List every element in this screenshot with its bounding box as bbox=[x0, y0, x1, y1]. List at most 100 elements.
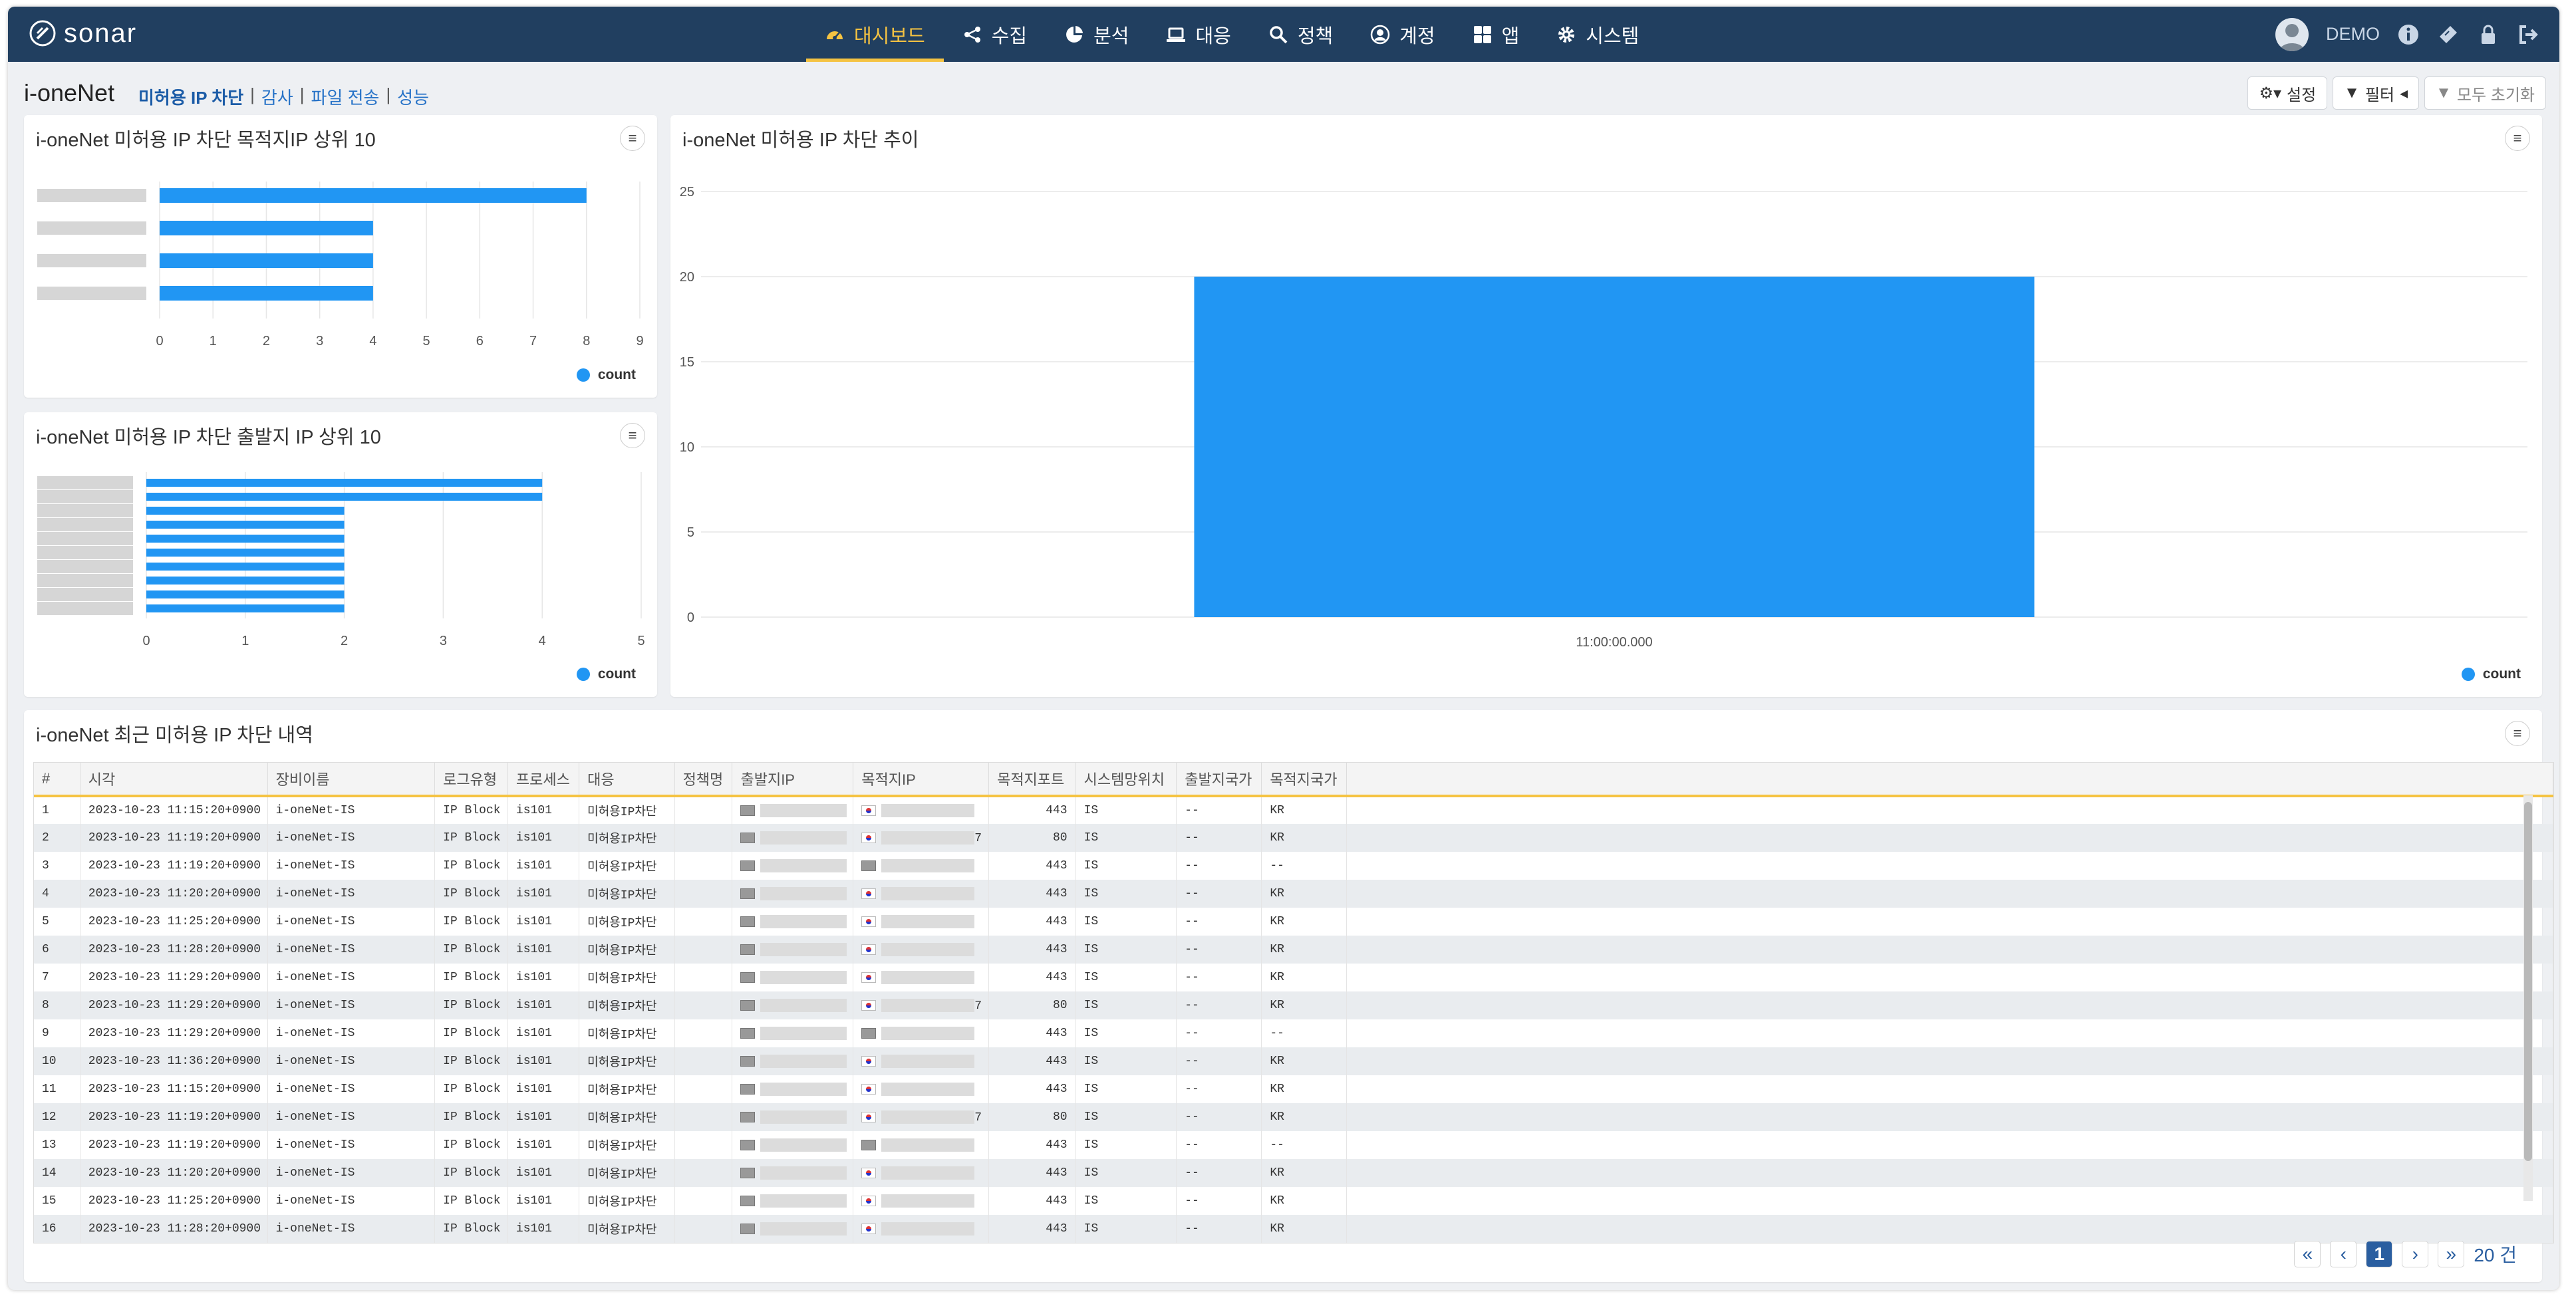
next-page-button[interactable]: › bbox=[2402, 1241, 2429, 1267]
info-icon[interactable] bbox=[2397, 23, 2420, 46]
table-row[interactable]: 15 2023-10-23 11:25:20+0900 i-oneNet-IS IP … bbox=[34, 1187, 2553, 1215]
reset-all-button[interactable]: ▼ 모두 초기화 bbox=[2424, 76, 2546, 110]
column-header[interactable]: 출발지IP bbox=[732, 763, 854, 797]
cell-device: i-oneNet-IS bbox=[267, 852, 436, 880]
column-header[interactable]: 목적지국가 bbox=[1261, 763, 1348, 797]
last-page-button[interactable]: » bbox=[2438, 1241, 2465, 1267]
ticket-icon[interactable] bbox=[2437, 23, 2460, 46]
table-row[interactable]: 4 2023-10-23 11:20:20+0900 i-oneNet-IS IP B… bbox=[34, 880, 2553, 908]
cell-time: 2023-10-23 11:25:20+0900 bbox=[80, 908, 268, 936]
lock-icon[interactable] bbox=[2477, 23, 2500, 46]
table-scrollbar[interactable] bbox=[2523, 795, 2533, 1201]
bar[interactable] bbox=[146, 563, 345, 571]
column-header[interactable]: 로그유형 bbox=[434, 763, 508, 797]
column-header[interactable]: 목적지포트 bbox=[988, 763, 1076, 797]
pc-icon bbox=[740, 1139, 756, 1150]
panel-menu-button[interactable]: ≡ bbox=[2505, 126, 2530, 151]
cell-port: 443 bbox=[988, 1047, 1076, 1075]
kr-flag-icon bbox=[861, 916, 877, 927]
column-header[interactable]: 정책명 bbox=[674, 763, 733, 797]
chart-legend[interactable]: count bbox=[576, 367, 636, 383]
cell-port: 443 bbox=[988, 1019, 1076, 1047]
bar[interactable] bbox=[146, 549, 345, 557]
logo-text: sonar bbox=[64, 18, 138, 48]
prev-page-button[interactable]: ‹ bbox=[2330, 1241, 2357, 1267]
bar[interactable] bbox=[146, 590, 345, 598]
bar[interactable] bbox=[160, 253, 373, 268]
breadcrumb: 미허용 IP 차단 | 감사 | 파일 전송 | 성능 bbox=[138, 84, 430, 109]
column-header[interactable]: 시각 bbox=[80, 763, 268, 797]
chart-legend[interactable]: count bbox=[576, 666, 636, 682]
crumb-file-transfer[interactable]: 파일 전송 bbox=[311, 84, 380, 109]
crumb-blocked-ip[interactable]: 미허용 IP 차단 bbox=[138, 84, 243, 109]
scrollbar-thumb[interactable] bbox=[2524, 802, 2532, 1161]
sonar-logo[interactable]: sonar bbox=[28, 16, 137, 51]
table-row[interactable]: 14 2023-10-23 11:20:20+0900 i-oneNet-IS IP … bbox=[34, 1159, 2553, 1187]
nav-menu-0[interactable]: 대시보드 bbox=[806, 7, 944, 62]
nav-menu-label: 대응 bbox=[1195, 25, 1231, 47]
bar[interactable] bbox=[1194, 277, 2035, 617]
nav-menu-5[interactable]: 계정 bbox=[1352, 7, 1453, 62]
nav-menu-label: 앱 bbox=[1501, 25, 1520, 47]
table-row[interactable]: 7 2023-10-23 11:29:20+0900 i-oneNet-IS IP B… bbox=[34, 964, 2553, 991]
column-header[interactable]: # bbox=[34, 763, 80, 797]
masked-ip bbox=[881, 1138, 975, 1152]
column-header[interactable]: 장비이름 bbox=[267, 763, 436, 797]
nav-menu-2[interactable]: 분석 bbox=[1046, 7, 1147, 62]
table-row[interactable]: 5 2023-10-23 11:25:20+0900 i-oneNet-IS IP B… bbox=[34, 908, 2553, 936]
bar[interactable] bbox=[160, 286, 373, 301]
panel-menu-button[interactable]: ≡ bbox=[620, 423, 645, 448]
table-row[interactable]: 6 2023-10-23 11:28:20+0900 i-oneNet-IS IP B… bbox=[34, 936, 2553, 964]
table-row[interactable]: 13 2023-10-23 11:19:20+0900 i-oneNet-IS IP … bbox=[34, 1131, 2553, 1159]
settings-button[interactable]: ⚙▾ 설정 bbox=[2247, 76, 2328, 110]
cell-policy bbox=[674, 908, 733, 936]
bar[interactable] bbox=[146, 493, 543, 501]
x-tick-label: 5 bbox=[637, 634, 644, 648]
table-row[interactable]: 9 2023-10-23 11:29:20+0900 i-oneNet-IS IP B… bbox=[34, 1019, 2553, 1047]
table-row[interactable]: 8 2023-10-23 11:29:20+0900 i-oneNet-IS IP B… bbox=[34, 991, 2553, 1019]
username[interactable]: DEMO bbox=[2326, 24, 2380, 45]
bar[interactable] bbox=[146, 521, 345, 529]
cell-time: 2023-10-23 11:20:20+0900 bbox=[80, 880, 268, 908]
column-header[interactable]: 대응 bbox=[579, 763, 675, 797]
cell-n: 13 bbox=[34, 1131, 80, 1159]
table-row[interactable]: 3 2023-10-23 11:19:20+0900 i-oneNet-IS IP B… bbox=[34, 852, 2553, 880]
panel-menu-button[interactable]: ≡ bbox=[2505, 721, 2530, 746]
nav-menu-1[interactable]: 수집 bbox=[944, 7, 1046, 62]
table-row[interactable]: 1 2023-10-23 11:15:20+0900 i-oneNet-IS IP B… bbox=[34, 796, 2553, 824]
column-header[interactable]: 출발지국가 bbox=[1176, 763, 1262, 797]
bar[interactable] bbox=[160, 221, 373, 235]
cell-n: 11 bbox=[34, 1075, 80, 1103]
logout-icon[interactable] bbox=[2517, 23, 2539, 46]
crumb-performance[interactable]: 성능 bbox=[397, 84, 429, 109]
first-page-button[interactable]: « bbox=[2294, 1241, 2321, 1267]
nav-menu-7[interactable]: 시스템 bbox=[1538, 7, 1657, 62]
bar[interactable] bbox=[160, 188, 587, 203]
cell-src-country: -- bbox=[1176, 991, 1262, 1019]
column-header[interactable]: 목적지IP bbox=[853, 763, 990, 797]
table-row[interactable]: 16 2023-10-23 11:28:20+0900 i-oneNet-IS IP … bbox=[34, 1215, 2553, 1243]
table-row[interactable]: 12 2023-10-23 11:19:20+0900 i-oneNet-IS IP … bbox=[34, 1103, 2553, 1131]
page-1-button[interactable]: 1 bbox=[2366, 1241, 2393, 1267]
bar[interactable] bbox=[146, 479, 543, 487]
nav-menu-4[interactable]: 정책 bbox=[1250, 7, 1352, 62]
cell-action: 미허용IP차단 bbox=[579, 824, 675, 852]
cell-time: 2023-10-23 11:25:20+0900 bbox=[80, 1187, 268, 1215]
table-row[interactable]: 10 2023-10-23 11:36:20+0900 i-oneNet-IS IP … bbox=[34, 1047, 2553, 1075]
chart-legend[interactable]: count bbox=[2461, 666, 2521, 682]
filter-button[interactable]: ▼ 필터 ◂ bbox=[2333, 76, 2420, 110]
table-row[interactable]: 2 2023-10-23 11:19:20+0900 i-oneNet-IS IP B… bbox=[34, 824, 2553, 852]
bar[interactable] bbox=[146, 604, 345, 612]
nav-menu-3[interactable]: 대응 bbox=[1147, 7, 1249, 62]
avatar[interactable] bbox=[2275, 17, 2309, 51]
table-row[interactable]: 11 2023-10-23 11:15:20+0900 i-oneNet-IS IP … bbox=[34, 1075, 2553, 1103]
bar[interactable] bbox=[146, 507, 345, 515]
crumb-audit[interactable]: 감사 bbox=[261, 84, 293, 109]
panel-menu-button[interactable]: ≡ bbox=[620, 126, 645, 151]
column-header[interactable]: 시스템망위치 bbox=[1075, 763, 1177, 797]
bar[interactable] bbox=[146, 535, 345, 543]
masked-ip bbox=[760, 970, 847, 984]
nav-menu-6[interactable]: 앱 bbox=[1454, 7, 1538, 62]
bar[interactable] bbox=[146, 577, 345, 585]
column-header[interactable]: 프로세스 bbox=[507, 763, 580, 797]
